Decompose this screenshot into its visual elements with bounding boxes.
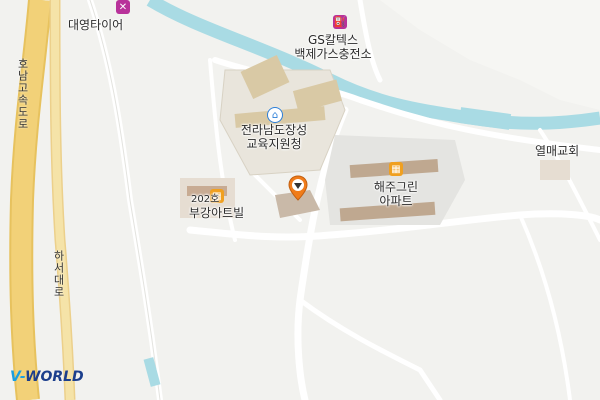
gas-station-label-line2: 백제가스충전소 (294, 47, 372, 61)
government-office-icon[interactable]: ⌂ (267, 107, 283, 123)
apartment-label[interactable]: 해주그린 아파트 (374, 180, 418, 208)
bugang-unit-label: 202호 (191, 194, 220, 205)
office-label-line2: 교육지원청 (246, 137, 302, 151)
apartment-label-line1: 해주그린 (373, 180, 419, 194)
road-label: 하서대로 (52, 250, 65, 298)
location-pin-icon[interactable] (288, 175, 308, 201)
bugang-name-label[interactable]: 부강아트빌 (189, 204, 244, 221)
office-label-line1: 전라남도장성 (240, 123, 308, 137)
church-label[interactable]: 열매교회 (535, 142, 579, 159)
logo-suffix: WORLD (25, 369, 84, 385)
logo-prefix: V- (10, 369, 25, 385)
apartment-icon[interactable]: ▦ (389, 162, 403, 176)
vworld-logo: V-WORLD (10, 369, 84, 385)
office-label[interactable]: 전라남도장성 교육지원청 (241, 123, 307, 151)
gas-station-icon[interactable]: ⛽ (333, 15, 347, 29)
highway-label: 호남고속도로 (16, 58, 29, 130)
gas-station-label[interactable]: GS칼텍스 백제가스충전소 (294, 33, 371, 61)
gas-station-label-line1: GS칼텍스 (307, 33, 359, 47)
tire-shop-label[interactable]: 대영타이어 (68, 16, 123, 33)
wrench-icon[interactable]: ✕ (116, 0, 130, 14)
map-canvas[interactable]: ✕ 대영타이어 ⛽ GS칼텍스 백제가스충전소 ⌂ 전라남도장성 교육지원청 열… (0, 0, 600, 400)
apartment-label-line2: 아파트 (379, 194, 413, 208)
